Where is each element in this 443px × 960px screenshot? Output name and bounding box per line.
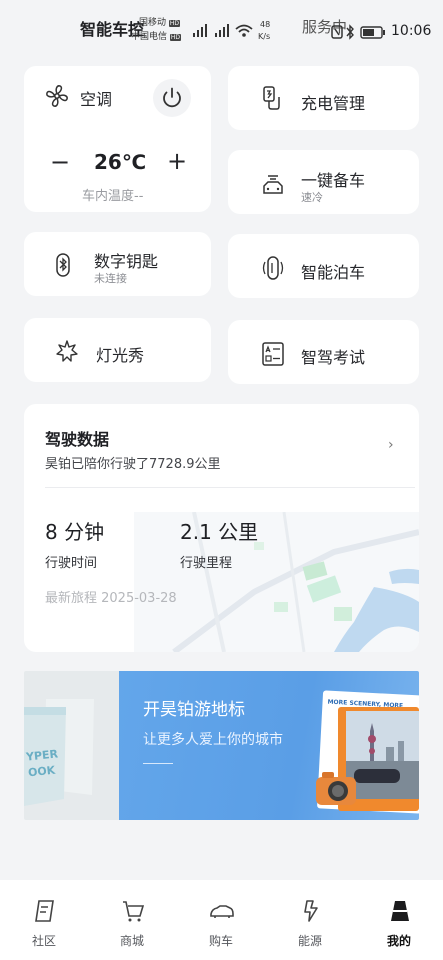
community-icon bbox=[35, 900, 54, 922]
power-button[interactable] bbox=[153, 79, 191, 117]
nav-energy[interactable]: 能源 bbox=[266, 880, 354, 960]
autodrive-exam-card[interactable]: 智驾考试 bbox=[228, 320, 419, 384]
exam-sheet-icon bbox=[260, 341, 286, 367]
drive-time-label: 行驶时间 bbox=[45, 556, 98, 571]
digital-key-label: 数字钥匙 bbox=[94, 252, 159, 271]
light-show-card[interactable]: 灯光秀 bbox=[24, 318, 211, 382]
chevron-right-icon[interactable]: › bbox=[388, 437, 394, 453]
prepare-car-card[interactable]: 一键备车 速冷 bbox=[228, 150, 419, 214]
nav-community[interactable]: 社区 bbox=[0, 880, 88, 960]
charging-plug-icon bbox=[258, 85, 284, 111]
drive-distance-label: 行驶里程 bbox=[180, 556, 233, 571]
charging-management-card[interactable]: 充电管理 bbox=[228, 66, 419, 130]
signal-icon-2 bbox=[215, 24, 229, 37]
landmark-banner[interactable]: YPER OOK 开昊铂游地标 让更多人爱上你的城市 MORE SCENERY,… bbox=[24, 671, 419, 820]
driving-data-subtitle: 昊铂已陪你行驶了7728.9公里 bbox=[45, 457, 221, 472]
autodrive-exam-label: 智驾考试 bbox=[301, 348, 366, 367]
net-unit: K/s bbox=[258, 32, 271, 41]
driving-data-title: 驾驶数据 bbox=[45, 430, 110, 449]
profile-icon bbox=[391, 901, 409, 921]
banner-book-image bbox=[24, 699, 94, 806]
drive-distance-value: 2.1 公里 bbox=[180, 520, 259, 544]
status-bar: 智能车控 国移动 HD 中国电信 HD 48 K/s 服务中 10:06 bbox=[0, 0, 443, 62]
carrier-1: 国移动 HD bbox=[139, 18, 181, 28]
prepare-car-sub: 速冷 bbox=[301, 191, 323, 204]
camera-image bbox=[316, 772, 356, 805]
car-icon bbox=[210, 905, 234, 918]
net-speed: 48 bbox=[260, 20, 271, 29]
cart-icon bbox=[123, 901, 145, 922]
bluetooth-key-icon bbox=[50, 252, 76, 278]
fan-icon bbox=[44, 83, 70, 109]
power-icon bbox=[163, 87, 181, 108]
battery-icon bbox=[360, 26, 385, 39]
car-seat-icon bbox=[260, 172, 286, 198]
light-show-label: 灯光秀 bbox=[96, 346, 145, 365]
wifi-icon bbox=[235, 24, 253, 37]
divider bbox=[45, 487, 415, 488]
nav-mall-label: 商城 bbox=[119, 934, 144, 948]
carrier-2: 中国电信 HD bbox=[131, 32, 182, 42]
temp-increase-button[interactable]: + bbox=[167, 149, 187, 173]
clock: 10:06 bbox=[391, 23, 432, 39]
energy-bolt-icon bbox=[304, 900, 318, 922]
charging-label: 充电管理 bbox=[301, 94, 366, 113]
parking-car-icon bbox=[260, 255, 286, 281]
banner-underline bbox=[143, 763, 173, 764]
digital-key-status: 未连接 bbox=[94, 272, 127, 285]
nfc-icon bbox=[331, 25, 343, 39]
temp-decrease-button[interactable]: − bbox=[50, 150, 70, 174]
digital-key-card[interactable]: 数字钥匙 未连接 bbox=[24, 232, 211, 296]
route-map-image bbox=[134, 512, 419, 652]
bluetooth-status-icon bbox=[346, 24, 354, 40]
drive-time-value: 8 分钟 bbox=[45, 520, 105, 544]
interior-temp: 车内温度-- bbox=[82, 189, 144, 204]
nav-energy-label: 能源 bbox=[297, 934, 322, 948]
nav-mine[interactable]: 我的 bbox=[355, 880, 443, 960]
nav-buy-car[interactable]: 购车 bbox=[177, 880, 265, 960]
banner-subtitle: 让更多人爱上你的城市 bbox=[143, 732, 283, 748]
latest-trip-date: 最新旅程 2025-03-28 bbox=[45, 591, 177, 606]
nav-buy-car-label: 购车 bbox=[208, 934, 233, 948]
nav-mine-label: 我的 bbox=[386, 934, 411, 948]
prepare-car-label: 一键备车 bbox=[301, 171, 366, 190]
nav-community-label: 社区 bbox=[31, 934, 56, 948]
smart-parking-label: 智能泊车 bbox=[301, 263, 366, 282]
bottom-nav: 社区 商城 购车 能源 我的 bbox=[0, 880, 443, 960]
ac-label: 空调 bbox=[80, 90, 113, 109]
signal-icon bbox=[193, 24, 207, 37]
banner-title: 开昊铂游地标 bbox=[143, 700, 245, 720]
light-burst-icon bbox=[54, 338, 80, 364]
smart-parking-card[interactable]: 智能泊车 bbox=[228, 234, 419, 298]
temperature-value: 26℃ bbox=[94, 150, 147, 174]
driving-data-card[interactable]: 驾驶数据 昊铂已陪你行驶了7728.9公里 › 8 分钟 行驶时间 2.1 公里… bbox=[24, 404, 419, 652]
nav-mall[interactable]: 商城 bbox=[88, 880, 176, 960]
